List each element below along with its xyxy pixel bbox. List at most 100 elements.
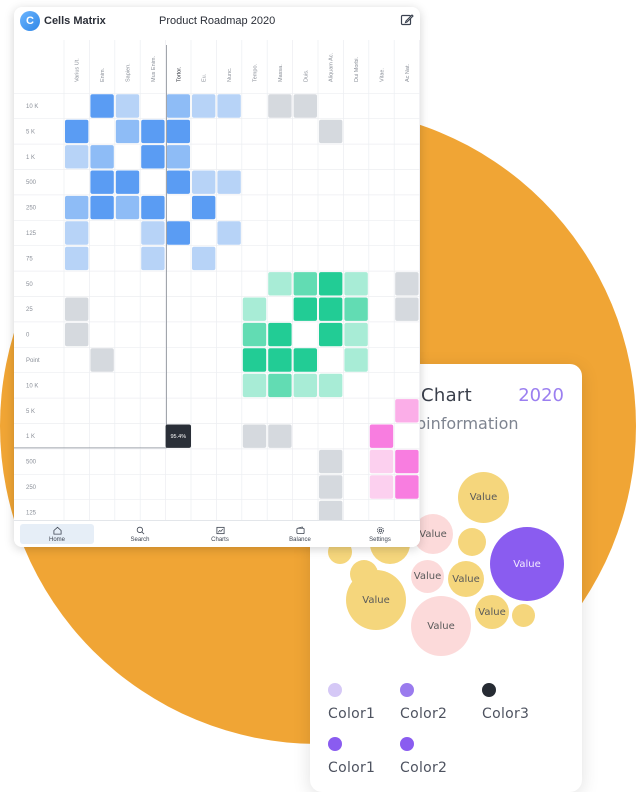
matrix-cell[interactable] (242, 297, 267, 321)
matrix-cell[interactable] (115, 195, 140, 220)
matrix-cell[interactable] (90, 145, 114, 169)
matrix-cell[interactable] (319, 475, 343, 499)
matrix-cell[interactable] (242, 424, 267, 448)
matrix-cell[interactable] (90, 195, 114, 220)
row-label: 75 (26, 256, 33, 262)
tab-label: Balance (289, 536, 311, 543)
bubble[interactable]: Value (346, 570, 406, 630)
matrix-cell[interactable] (141, 246, 165, 271)
bubble[interactable]: Value (475, 595, 509, 629)
matrix-cell[interactable] (369, 424, 394, 448)
value-marker-label: 95.4% (170, 434, 186, 440)
matrix-cell[interactable] (115, 170, 140, 194)
matrix-cell[interactable] (242, 348, 267, 372)
matrix-cell[interactable] (319, 272, 343, 296)
matrix-cell[interactable] (65, 195, 89, 220)
matrix-cell[interactable] (242, 322, 267, 347)
matrix-cell[interactable] (217, 170, 241, 194)
column-header: Dui Morbi. (354, 56, 360, 82)
legend-item: Color1 (328, 683, 375, 722)
matrix-cell[interactable] (319, 500, 343, 521)
matrix-cell[interactable] (217, 221, 241, 245)
matrix-cell[interactable] (192, 195, 216, 220)
matrix-cell[interactable] (166, 94, 190, 118)
matrix-cell[interactable] (293, 94, 317, 118)
matrix-cell[interactable] (166, 119, 190, 144)
matrix-cell[interactable] (293, 373, 317, 398)
matrix-cell[interactable] (65, 145, 89, 169)
matrix-cell[interactable] (344, 297, 368, 321)
bubble (458, 528, 486, 556)
matrix-cell[interactable] (242, 373, 267, 398)
matrix-cell[interactable] (268, 94, 292, 118)
tab-balance[interactable]: Balance (260, 521, 340, 547)
tab-search[interactable]: Search (100, 521, 180, 547)
column-header: Vitae. (380, 68, 386, 82)
matrix-cell[interactable] (115, 119, 140, 144)
matrix-cell[interactable] (90, 170, 114, 194)
matrix-cell[interactable] (268, 348, 292, 372)
row-label: 10 K (26, 383, 38, 389)
matrix-cell[interactable] (115, 94, 140, 118)
matrix-cell[interactable] (90, 94, 114, 118)
matrix-cell[interactable] (369, 475, 394, 499)
matrix-cell[interactable] (395, 399, 419, 423)
matrix-cell[interactable] (65, 119, 89, 144)
matrix-cell[interactable] (65, 322, 89, 347)
matrix-cell[interactable] (344, 272, 368, 296)
matrix-cell[interactable] (268, 373, 292, 398)
tab-charts[interactable]: Charts (180, 521, 260, 547)
matrix-cell[interactable] (395, 449, 419, 474)
tab-settings[interactable]: Settings (340, 521, 420, 547)
matrix-cell[interactable] (65, 221, 89, 245)
row-label: 500 (26, 460, 37, 466)
matrix-cell[interactable] (90, 348, 114, 372)
matrix-cell[interactable] (166, 170, 190, 194)
legend-swatch (328, 683, 342, 697)
row-label: 0 (26, 333, 30, 339)
bubble[interactable]: Value (411, 560, 444, 593)
matrix-cell[interactable] (344, 322, 368, 347)
matrix-cell[interactable] (166, 145, 190, 169)
row-label: 5 K (26, 409, 35, 415)
matrix-cell[interactable] (395, 297, 419, 321)
matrix-cell[interactable] (369, 449, 394, 474)
matrix-cell[interactable] (344, 348, 368, 372)
row-label: 250 (26, 206, 37, 212)
matrix-cell[interactable] (141, 145, 165, 169)
matrix-cell[interactable] (268, 272, 292, 296)
matrix-cell[interactable] (293, 297, 317, 321)
matrix-cell[interactable] (319, 297, 343, 321)
matrix-cell[interactable] (166, 221, 190, 245)
matrix-cell[interactable] (293, 272, 317, 296)
bubble[interactable]: Value (448, 561, 484, 597)
legend-label: Color2 (400, 706, 448, 722)
matrix-cell[interactable] (319, 322, 343, 347)
matrix-cell[interactable] (268, 424, 292, 448)
matrix-cell[interactable] (141, 119, 165, 144)
matrix-cell[interactable] (319, 119, 343, 144)
bubble[interactable]: Value (458, 472, 509, 523)
cells-matrix-grid[interactable]: Varius Ut. Enim. Sapien. Mus Enim. Tortor. Eu… (14, 35, 420, 521)
matrix-cell[interactable] (268, 322, 292, 347)
edit-icon[interactable] (400, 13, 414, 27)
matrix-cell[interactable] (395, 475, 419, 499)
legend-item: Color2 (400, 683, 447, 722)
matrix-cell[interactable] (192, 246, 216, 271)
matrix-cell[interactable] (141, 195, 165, 220)
bubble[interactable]: Value (490, 527, 564, 601)
column-header: Sapien. (126, 63, 132, 82)
bubble[interactable]: Value (411, 596, 471, 656)
matrix-cell[interactable] (192, 94, 216, 118)
matrix-cell[interactable] (141, 221, 165, 245)
matrix-cell[interactable] (293, 348, 317, 372)
matrix-cell[interactable] (192, 170, 216, 194)
matrix-cell[interactable] (319, 373, 343, 398)
matrix-cell[interactable] (217, 94, 241, 118)
matrix-cell[interactable] (319, 449, 343, 474)
cells-matrix-window: C Cells Matrix Product Roadmap 2020 Vari… (14, 7, 420, 547)
matrix-cell[interactable] (395, 272, 419, 296)
matrix-cell[interactable] (65, 297, 89, 321)
tab-home[interactable]: Home (20, 524, 94, 544)
matrix-cell[interactable] (65, 246, 89, 271)
